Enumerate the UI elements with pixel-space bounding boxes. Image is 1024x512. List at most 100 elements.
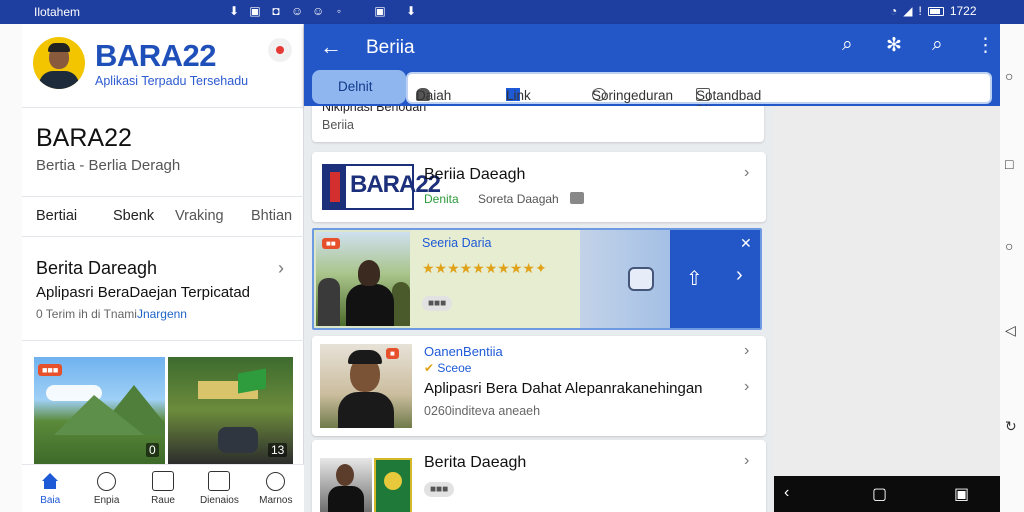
- person-shape: [392, 282, 410, 326]
- news-card[interactable]: Nikiphasi Beriodah Beriia: [312, 106, 764, 142]
- chevron-right-icon[interactable]: ›: [744, 378, 749, 396]
- app-header: BARA22 Aplikasi Terpadu Tersehadu: [22, 24, 304, 108]
- app-bar-title: Beriia: [366, 37, 415, 58]
- screen: Ilotahem ⬇ ▣ ◘ ☺ ☺ ◦ ▣ ⬇ ◔ ◢ ! 1722 BARA…: [0, 0, 1024, 512]
- chip-label: Delnit: [338, 79, 373, 94]
- nav-item-profile[interactable]: Marnos: [248, 465, 304, 512]
- person-shape: [348, 350, 382, 364]
- news-card[interactable]: Berita Daeagh ■■■ ›: [312, 440, 766, 512]
- tab-bhtian[interactable]: Bhtian: [251, 208, 292, 224]
- poster-image: [374, 458, 412, 512]
- share-icon[interactable]: ⇧: [686, 266, 703, 291]
- bara22-logo: BARA22: [322, 164, 441, 210]
- swipe-actions: ✕ ⇧ ›: [670, 230, 760, 328]
- news-photo: ■: [320, 344, 412, 428]
- photo-count: 0: [146, 443, 159, 457]
- comment-icon[interactable]: [628, 267, 654, 291]
- chip-selected[interactable]: Delnit: [312, 70, 406, 104]
- notification-icon: ☺: [291, 4, 304, 18]
- avatar[interactable]: [33, 37, 85, 89]
- nav-label: Baia: [40, 495, 61, 506]
- brand-tagline: Aplikasi Terpadu Tersehadu: [95, 74, 249, 88]
- highlighted-news-card[interactable]: ■■ Seeria Daria ★★★★★★★★★✦ ■■■ ✕ ⇧ ›: [312, 228, 762, 330]
- card-title: Nikiphasi Beriodah: [322, 106, 427, 114]
- photo-count: 13: [268, 443, 288, 457]
- rotate-icon[interactable]: ↻: [1005, 418, 1017, 435]
- thumbnail-badge: ■■■: [38, 364, 63, 376]
- divider: [22, 236, 304, 237]
- more-icon[interactable]: ⋮: [976, 34, 995, 57]
- chevron-right-icon[interactable]: ›: [736, 264, 743, 287]
- recents-icon[interactable]: ▣: [954, 484, 969, 504]
- news-card[interactable]: ■ OanenBentiia ✔ Sceoe Aplipasri Bera Da…: [312, 336, 766, 436]
- square-icon[interactable]: □: [1005, 156, 1013, 172]
- chevron-right-icon[interactable]: ›: [278, 258, 284, 279]
- home-icon: [39, 471, 61, 491]
- list-item-title[interactable]: Berita Dareagh: [36, 258, 157, 279]
- nav-item-home[interactable]: Baia: [22, 465, 78, 512]
- signal-icon: ◢: [903, 4, 913, 18]
- nav-label: Enpia: [93, 494, 120, 506]
- tab-bertiai[interactable]: Bertiai: [36, 208, 77, 224]
- chevron-right-icon[interactable]: ›: [744, 164, 749, 182]
- home-icon[interactable]: ▢: [872, 484, 887, 504]
- gallery-thumbnail[interactable]: 13: [168, 357, 293, 464]
- logo-mark: [330, 172, 340, 202]
- system-nav-bar: ‹ ▢ ▣: [774, 476, 1000, 512]
- search-icon[interactable]: ⌕: [932, 34, 943, 56]
- search-icon[interactable]: ⌕: [842, 34, 853, 56]
- chevron-right-icon[interactable]: ›: [744, 452, 749, 470]
- left-panel: BARA22 Aplikasi Terpadu Tersehadu BARA22…: [22, 24, 304, 512]
- record-icon[interactable]: [268, 38, 292, 62]
- flag-shape: [238, 368, 266, 394]
- card-subtitle: Beriia: [322, 118, 354, 132]
- empty-pane: [774, 106, 1000, 476]
- rating-stars: ★★★★★★★★★✦: [422, 260, 547, 277]
- circle-icon[interactable]: ○: [1005, 238, 1013, 254]
- circle-icon[interactable]: ○: [1005, 68, 1013, 84]
- share-icon[interactable]: ✻: [886, 34, 902, 57]
- tab-vraking[interactable]: Vraking: [175, 208, 224, 224]
- card-title: Beriia Daeagh: [424, 166, 526, 183]
- card-title: Berita Daeagh: [424, 454, 527, 471]
- notification-icon: ▣: [249, 4, 261, 18]
- list-item-meta: 0 Terim ih di TnamiJnargenn: [36, 307, 187, 321]
- back-arrow-icon[interactable]: ←: [320, 34, 342, 60]
- meta-text: 0 Terim ih di Tnami: [36, 307, 137, 321]
- card-subtitle: ✔ Sceoe: [424, 361, 471, 375]
- notification-icon: ◦: [336, 4, 342, 18]
- chip-label: Daiah: [416, 88, 452, 103]
- meta-link[interactable]: Jnargenn: [137, 307, 187, 321]
- news-feed: Nikiphasi Beriodah Beriia BARA22 Beriia …: [304, 106, 774, 512]
- nav-item-news[interactable]: Raue: [135, 465, 191, 512]
- bottom-navigation: Baia Enpia Raue Dienaios Marnos: [22, 464, 304, 512]
- person-shape: [358, 260, 380, 286]
- news-card[interactable]: BARA22 Beriia Daeagh Denita Soreta Daaga…: [312, 152, 766, 222]
- avatar-suit: [39, 71, 79, 89]
- compass-icon: [97, 471, 117, 491]
- card-pill: ■■■: [422, 296, 453, 311]
- motorbike-shape: [218, 427, 258, 453]
- back-triangle-icon[interactable]: ◁: [1005, 322, 1016, 339]
- back-icon[interactable]: ‹: [784, 484, 789, 502]
- photo-badge: ■■: [322, 238, 340, 249]
- person-shape: [336, 464, 354, 486]
- gallery-thumbnail[interactable]: ■■■ 0: [34, 357, 165, 464]
- subtitle-text: Sceoe: [437, 361, 472, 375]
- notification-icon: ▣: [374, 4, 386, 18]
- notification-icon: ◘: [272, 4, 280, 18]
- avatar-hair: [48, 43, 70, 52]
- card-description: Aplipasri Bera Dahat Alepanrakanehingan: [424, 380, 703, 397]
- list-item-description: Aplipasri BeraDaejan Terpicatad: [36, 284, 251, 301]
- wifi-icon: ◔: [890, 4, 898, 18]
- tab-sbenk[interactable]: Sbenk: [113, 208, 154, 224]
- carrier-label: Ilotahem: [34, 5, 81, 19]
- download-icon: ⬇: [405, 4, 417, 18]
- download-icon: ⬇: [228, 4, 240, 18]
- nav-item-explore[interactable]: Enpia: [78, 465, 134, 512]
- close-icon[interactable]: ✕: [740, 235, 752, 252]
- chevron-right-icon[interactable]: ›: [744, 342, 749, 360]
- nav-item-gallery[interactable]: Dienaios: [191, 465, 247, 512]
- filter-chips: Delnit Daiah Link Soringeduran Sotandbad…: [312, 70, 992, 118]
- image-icon: [570, 192, 584, 204]
